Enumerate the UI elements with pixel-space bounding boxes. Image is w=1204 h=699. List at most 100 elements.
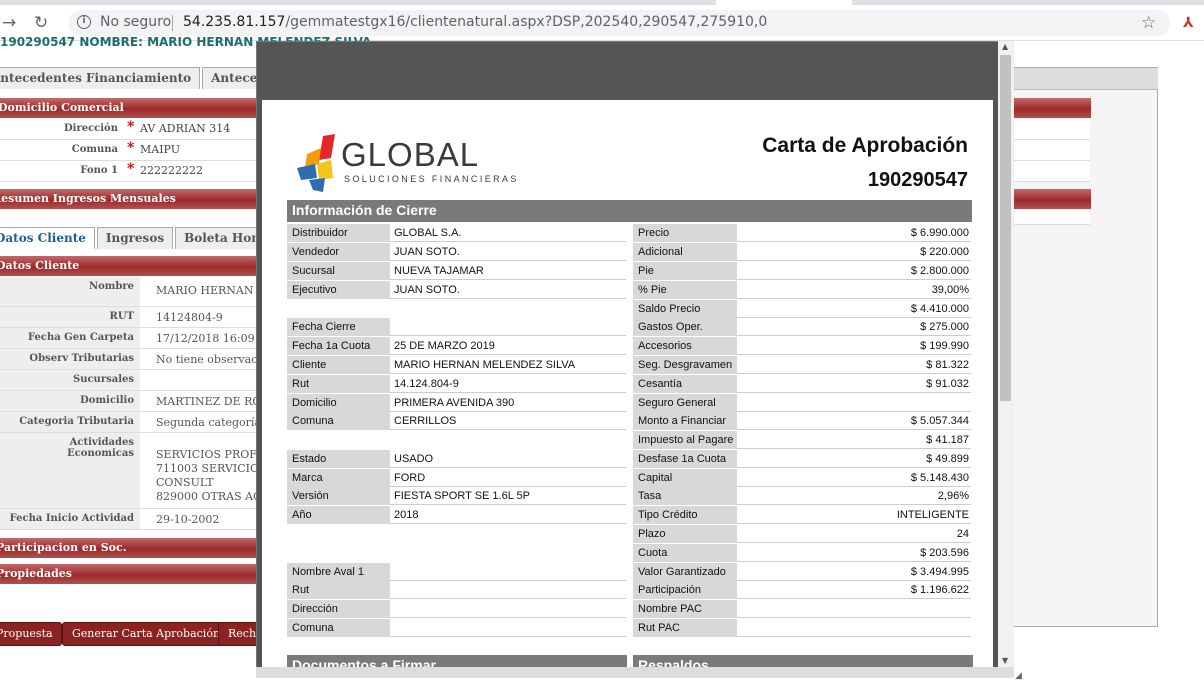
row-key: Rut PAC: [633, 619, 737, 637]
row-value: $ 1.196.622: [737, 581, 971, 599]
row-value: $ 49.899: [737, 450, 971, 468]
cierre-row-right: Cesantía $ 91.032: [633, 375, 973, 394]
cierre-row-right: Impuesto al Pagare $ 41.187: [633, 431, 973, 450]
logo-text: GLOBAL: [341, 136, 480, 173]
propuesta-button[interactable]: Propuesta: [0, 622, 62, 646]
datos-value: 29-10-2002: [156, 513, 220, 526]
row-key: Adicional: [633, 243, 737, 261]
row-value: FORD: [390, 469, 626, 487]
datos-row: Fecha Inicio Actividad 29-10-2002: [0, 509, 256, 530]
datos-label: Categoria Tributaria: [0, 412, 140, 432]
cierre-row-left: Vendedor JUAN SOTO.: [287, 243, 627, 262]
cierre-row-right: Plazo 24: [633, 525, 973, 544]
tab-datos-cliente[interactable]: Datos Cliente: [0, 227, 95, 249]
section-informacion-cierre: Información de Cierre: [287, 200, 972, 222]
datos-value: Segunda categoría: [156, 416, 261, 429]
url-path: /gemmatestgx16/clientenatural.aspx?DSP,2…: [285, 14, 768, 30]
reload-icon[interactable]: ↻: [34, 13, 48, 33]
row-key: Saldo Precio: [633, 300, 737, 318]
datos-row: Domicilio MARTINEZ DE ROZAS: [0, 391, 285, 412]
field-label: Dirección: [63, 123, 118, 134]
datos-row: Fecha Gen Carpeta 17/12/2018 16:09: [0, 328, 256, 349]
row-key: Estado: [287, 450, 390, 468]
tab-antecedentes-financiamiento[interactable]: Antecedentes Financiamiento: [0, 67, 201, 89]
row-key: Nombre Aval 1: [287, 563, 390, 581]
cierre-row-right: Nombre PAC: [633, 600, 973, 619]
propiedades-header[interactable]: Propiedades: [0, 564, 256, 584]
generar-carta-aprobacion-button[interactable]: Generar Carta Aprobación: [62, 622, 230, 646]
row-key: Distribuidor: [287, 224, 390, 242]
row-key: Plazo: [633, 525, 737, 543]
row-value: PRIMERA AVENIDA 390: [390, 394, 626, 412]
row-value: [390, 619, 626, 637]
row-key: Accesorios: [633, 337, 737, 355]
field-label: Fono 1: [80, 165, 118, 176]
scroll-down-icon[interactable]: ▼: [1002, 656, 1008, 665]
tab-ingresos[interactable]: Ingresos: [96, 227, 174, 249]
cierre-row-right: % Pie 39,00%: [633, 281, 973, 300]
cierre-row-right: Capital $ 5.148.430: [633, 469, 973, 488]
pdf-modal: GLOBAL SOLUCIONES FINANCIERAS Carta de A…: [256, 41, 1014, 678]
row-key: Domicilio: [287, 394, 390, 412]
row-value: 2018: [390, 506, 626, 524]
cierre-row-left: Domicilio PRIMERA AVENIDA 390: [287, 394, 627, 413]
row-value: JUAN SOTO.: [390, 281, 626, 299]
scroll-thumb[interactable]: [1000, 55, 1011, 401]
cierre-row-right: Tipo Crédito INTELIGENTE: [633, 506, 973, 525]
row-value: [390, 563, 626, 581]
row-key: Año: [287, 506, 390, 524]
security-label[interactable]: No seguro: [100, 14, 171, 30]
required-marker: *: [127, 161, 135, 177]
info-icon[interactable]: i: [77, 15, 91, 29]
row-key: Capital: [633, 469, 737, 487]
cierre-row-right: Seg. Desgravamen $ 81.322: [633, 356, 973, 375]
field-value[interactable]: MAIPU: [140, 143, 180, 156]
cierre-row-left: Dirección: [287, 600, 627, 619]
row-value: $ 203.596: [737, 544, 971, 562]
row-value: INTELIGENTE: [737, 506, 971, 524]
row-key: Vendedor: [287, 243, 390, 261]
row-key: Valor Garantizado: [633, 563, 737, 581]
modal-scrollbar[interactable]: ▲ ▼: [998, 41, 1014, 667]
resize-grip-icon[interactable]: ◢: [1015, 671, 1022, 681]
datos-value: 14124804-9: [156, 311, 223, 324]
cierre-row-right: Seguro General: [633, 394, 973, 413]
cierre-row-left: Rut 14.124.804-9: [287, 375, 627, 394]
domicilio-header-label: Domicilio Comercial: [0, 101, 124, 114]
row-value: USADO: [390, 450, 626, 468]
row-value: GLOBAL S.A.: [390, 224, 626, 242]
row-key: Seguro General: [633, 394, 737, 412]
participacion-header[interactable]: Participacion en Soc.: [0, 538, 256, 558]
address-bar[interactable]: i No seguro 54.235.81.157/gemmatestgx16/…: [68, 10, 1170, 36]
row-value: 14.124.804-9: [390, 375, 626, 393]
datos-cliente-header: Datos Cliente: [0, 256, 256, 276]
forward-icon[interactable]: →: [2, 13, 16, 33]
row-key: Ejecutivo: [287, 281, 390, 299]
row-value: 39,00%: [737, 281, 971, 299]
row-key: Monto a Financiar: [633, 412, 737, 430]
datos-cliente-header-label: Datos Cliente: [0, 259, 80, 272]
row-value: $ 5.057.344: [737, 412, 971, 430]
datos-label: Domicilio: [0, 391, 140, 411]
row-value: [390, 581, 626, 599]
url-text[interactable]: 54.235.81.157/gemmatestgx16/clientenatur…: [183, 14, 767, 30]
field-value[interactable]: AV ADRIAN 314: [140, 122, 230, 135]
pdf-extension-icon[interactable]: ⅄: [1183, 15, 1194, 31]
scroll-up-icon[interactable]: ▲: [1002, 42, 1008, 51]
row-key: Gastos Oper.: [633, 318, 737, 336]
required-marker: *: [127, 119, 135, 135]
datos-row-actividades: Actividades Economicas SERVICIOS PROFESI…: [0, 433, 351, 509]
bookmark-star-icon[interactable]: ☆: [1141, 13, 1156, 33]
row-value: $ 220.000: [737, 243, 971, 261]
cierre-row-left: Versión FIESTA SPORT SE 1.6L 5P: [287, 487, 627, 506]
datos-label: Nombre: [0, 277, 140, 306]
row-key: Precio: [633, 224, 737, 242]
field-label: Comuna: [71, 144, 118, 155]
field-direccion: Dirección * AV ADRIAN 314: [0, 119, 256, 140]
field-value[interactable]: 222222222: [140, 164, 203, 177]
row-value: NUEVA TAJAMAR: [390, 262, 626, 280]
cierre-row-left: Estado USADO: [287, 450, 627, 469]
row-key: Cuota: [633, 544, 737, 562]
participacion-header-label: Participacion en Soc.: [0, 541, 127, 554]
right-panel-header: [991, 68, 1158, 90]
